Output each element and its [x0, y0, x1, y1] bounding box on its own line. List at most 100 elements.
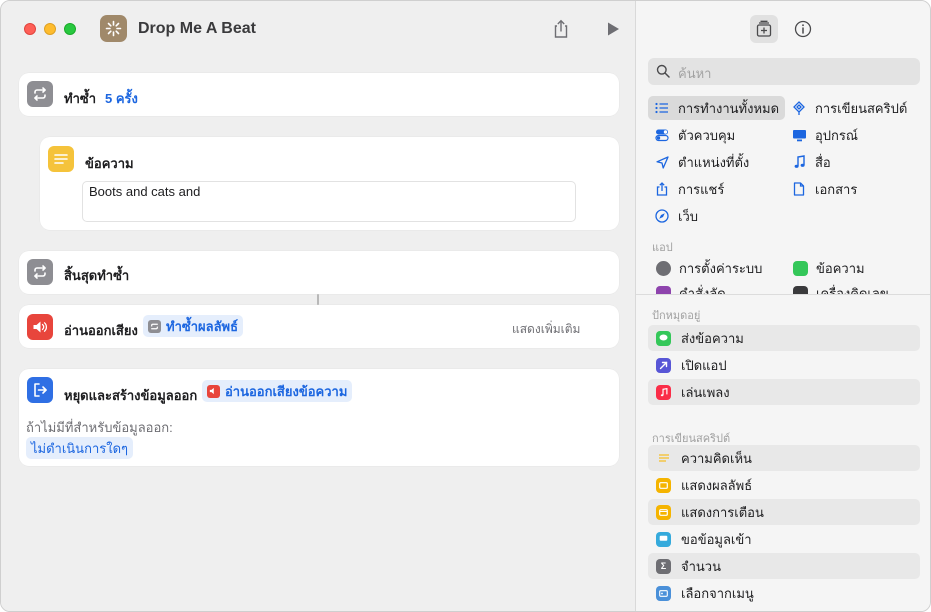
repeat-results-label: ทำซ้ำผลลัพธ์: [166, 318, 239, 334]
app-shortcuts[interactable]: คำสั่งลัด: [656, 281, 726, 294]
no-output-label: ถ้าไม่มีที่สำหรับข้อมูลออก:: [26, 420, 173, 435]
category-documents[interactable]: เอกสาร: [791, 177, 857, 201]
category-label: เว็บ: [678, 208, 698, 224]
script-comment[interactable]: ความคิดเห็น: [648, 445, 920, 471]
controls-icon: [654, 127, 670, 143]
category-scripting[interactable]: การเขียนสคริปต์: [791, 96, 907, 120]
open-arrow-icon: [656, 357, 671, 373]
end-repeat-title: สิ้นสุดทำซ้ำ: [64, 268, 130, 283]
script-show-alert[interactable]: แสดงการเตือน: [648, 499, 920, 525]
script-ask-for-input[interactable]: ขอข้อมูลเข้า: [648, 526, 920, 552]
close-window-button[interactable]: [24, 23, 36, 35]
shortcut-glyph-icon[interactable]: [100, 15, 127, 42]
script-show-result[interactable]: แสดงผลลัพธ์: [648, 472, 920, 498]
category-sharing[interactable]: การแชร์: [654, 177, 724, 201]
script-label: ความคิดเห็น: [681, 450, 752, 466]
info-icon: [794, 20, 812, 38]
share-icon: [554, 19, 568, 38]
message-bubble-icon: [656, 330, 671, 346]
category-web[interactable]: เว็บ: [654, 204, 698, 228]
category-controls[interactable]: ตัวควบคุม: [654, 123, 735, 147]
script-number[interactable]: Σ จำนวน: [648, 553, 920, 579]
app-system-settings[interactable]: การตั้งค่าระบบ: [656, 256, 762, 280]
app-messages[interactable]: ข้อความ: [793, 256, 865, 280]
category-label: การเขียนสคริปต์: [815, 100, 908, 116]
show-result-icon: [656, 477, 671, 493]
shortcut-editor: Drop Me A Beat ทำซ้ำ 5 ครั้ง ข้อความ Boo…: [1, 1, 635, 611]
pinned-section-label: ปักหมุดอยู่: [652, 310, 701, 322]
pinned-send-message[interactable]: ส่งข้อความ: [648, 325, 920, 351]
category-location[interactable]: ตำแหน่งที่ตั้ง: [654, 150, 749, 174]
stop-and-output-action[interactable]: หยุดและสร้างข้อมูลออก อ่านออกเสียงข้อควา…: [19, 369, 619, 466]
share-button[interactable]: [549, 17, 573, 41]
script-label: เลือกจากเมนู: [681, 585, 754, 601]
sigma-icon: Σ: [656, 558, 671, 574]
app-label: การตั้งค่าระบบ: [679, 260, 763, 276]
exit-arrow-icon: [27, 377, 53, 403]
action-library-button[interactable]: [750, 15, 778, 43]
speak-title: อ่านออกเสียง: [64, 323, 138, 338]
pinned-open-app[interactable]: เปิดแอป: [648, 352, 920, 378]
script-label: ขอข้อมูลเข้า: [681, 531, 752, 547]
apps-overflow-clip: คำสั่งลัด เครื่องคิดเลข: [636, 281, 930, 294]
text-lines-icon: [48, 146, 74, 172]
category-all-actions[interactable]: การทำงานทั้งหมด: [648, 96, 786, 120]
pinned-play-music[interactable]: เล่นเพลง: [648, 379, 920, 405]
search-placeholder: ค้นหา: [678, 66, 712, 81]
music-note-icon: [656, 384, 671, 400]
music-note-icon: [791, 154, 807, 170]
search-field[interactable]: ค้นหา: [648, 58, 920, 85]
run-button[interactable]: [601, 17, 625, 41]
flow-connector: [317, 294, 319, 305]
sidebar-divider: [636, 294, 930, 295]
repeat-count-token[interactable]: 5 ครั้ง: [105, 88, 138, 109]
action-library-sidebar: ค้นหา การทำงานทั้งหมด การเขียนสคริปต์ ตั…: [635, 1, 930, 611]
list-icon: [654, 100, 670, 116]
shortcuts-app-icon: [656, 285, 671, 294]
repeat-title: ทำซ้ำ: [64, 91, 96, 106]
fallback-option-token[interactable]: ไม่ดำเนินการใดๆ: [26, 437, 133, 459]
repeat-action[interactable]: ทำซ้ำ 5 ครั้ง: [19, 73, 619, 116]
app-label: เครื่องคิดเลข: [816, 285, 889, 295]
category-device[interactable]: อุปกรณ์: [791, 123, 858, 147]
app-label: คำสั่งลัด: [679, 285, 726, 295]
app-label: ข้อความ: [816, 260, 865, 276]
category-label: สื่อ: [815, 154, 831, 170]
speak-text-label: อ่านออกเสียงข้อความ: [225, 383, 348, 399]
script-choose-from-menu[interactable]: เลือกจากเมนู: [648, 580, 920, 606]
stop-output-title: หยุดและสร้างข้อมูลออก: [64, 388, 198, 403]
speak-text-token[interactable]: อ่านออกเสียงข้อความ: [202, 380, 353, 402]
minimize-window-button[interactable]: [44, 23, 56, 35]
show-more-button[interactable]: แสดงเพิ่มเติม: [512, 320, 580, 339]
text-content-field[interactable]: Boots and cats and: [82, 181, 576, 222]
zoom-window-button[interactable]: [64, 23, 76, 35]
text-action-title: ข้อความ: [85, 156, 134, 171]
speak-text-action[interactable]: อ่านออกเสียง ทำซ้ำผลลัพธ์ แสดงเพิ่มเติม: [19, 305, 619, 348]
shortcuts-window: Drop Me A Beat ทำซ้ำ 5 ครั้ง ข้อความ Boo…: [0, 0, 931, 612]
pinned-label: เล่นเพลง: [681, 384, 730, 400]
speaker-icon: [207, 384, 220, 398]
shortcut-details-button[interactable]: [789, 15, 817, 43]
category-label: ตัวควบคุม: [678, 127, 736, 143]
speaker-icon: [27, 314, 53, 340]
end-repeat-action[interactable]: สิ้นสุดทำซ้ำ: [19, 251, 619, 294]
repeat-results-token[interactable]: ทำซ้ำผลลัพธ์: [143, 315, 244, 337]
location-icon: [654, 154, 670, 170]
play-icon: [608, 22, 619, 36]
compass-icon: [654, 208, 670, 224]
category-label: ตำแหน่งที่ตั้ง: [678, 154, 750, 170]
script-label: แสดงการเตือน: [681, 504, 764, 520]
document-icon: [791, 181, 807, 197]
menu-list-icon: [656, 585, 671, 601]
category-label: การทำงานทั้งหมด: [678, 100, 780, 116]
pinned-label: ส่งข้อความ: [681, 330, 744, 346]
repeat-icon: [27, 81, 53, 107]
shortcut-title[interactable]: Drop Me A Beat: [138, 20, 256, 38]
app-calculator[interactable]: เครื่องคิดเลข: [793, 281, 889, 294]
apps-section-label: แอป: [652, 242, 673, 254]
share-icon: [654, 181, 670, 197]
messages-icon: [793, 260, 808, 276]
pinned-label: เปิดแอป: [681, 357, 727, 373]
category-label: อุปกรณ์: [815, 127, 858, 143]
category-media[interactable]: สื่อ: [791, 150, 831, 174]
